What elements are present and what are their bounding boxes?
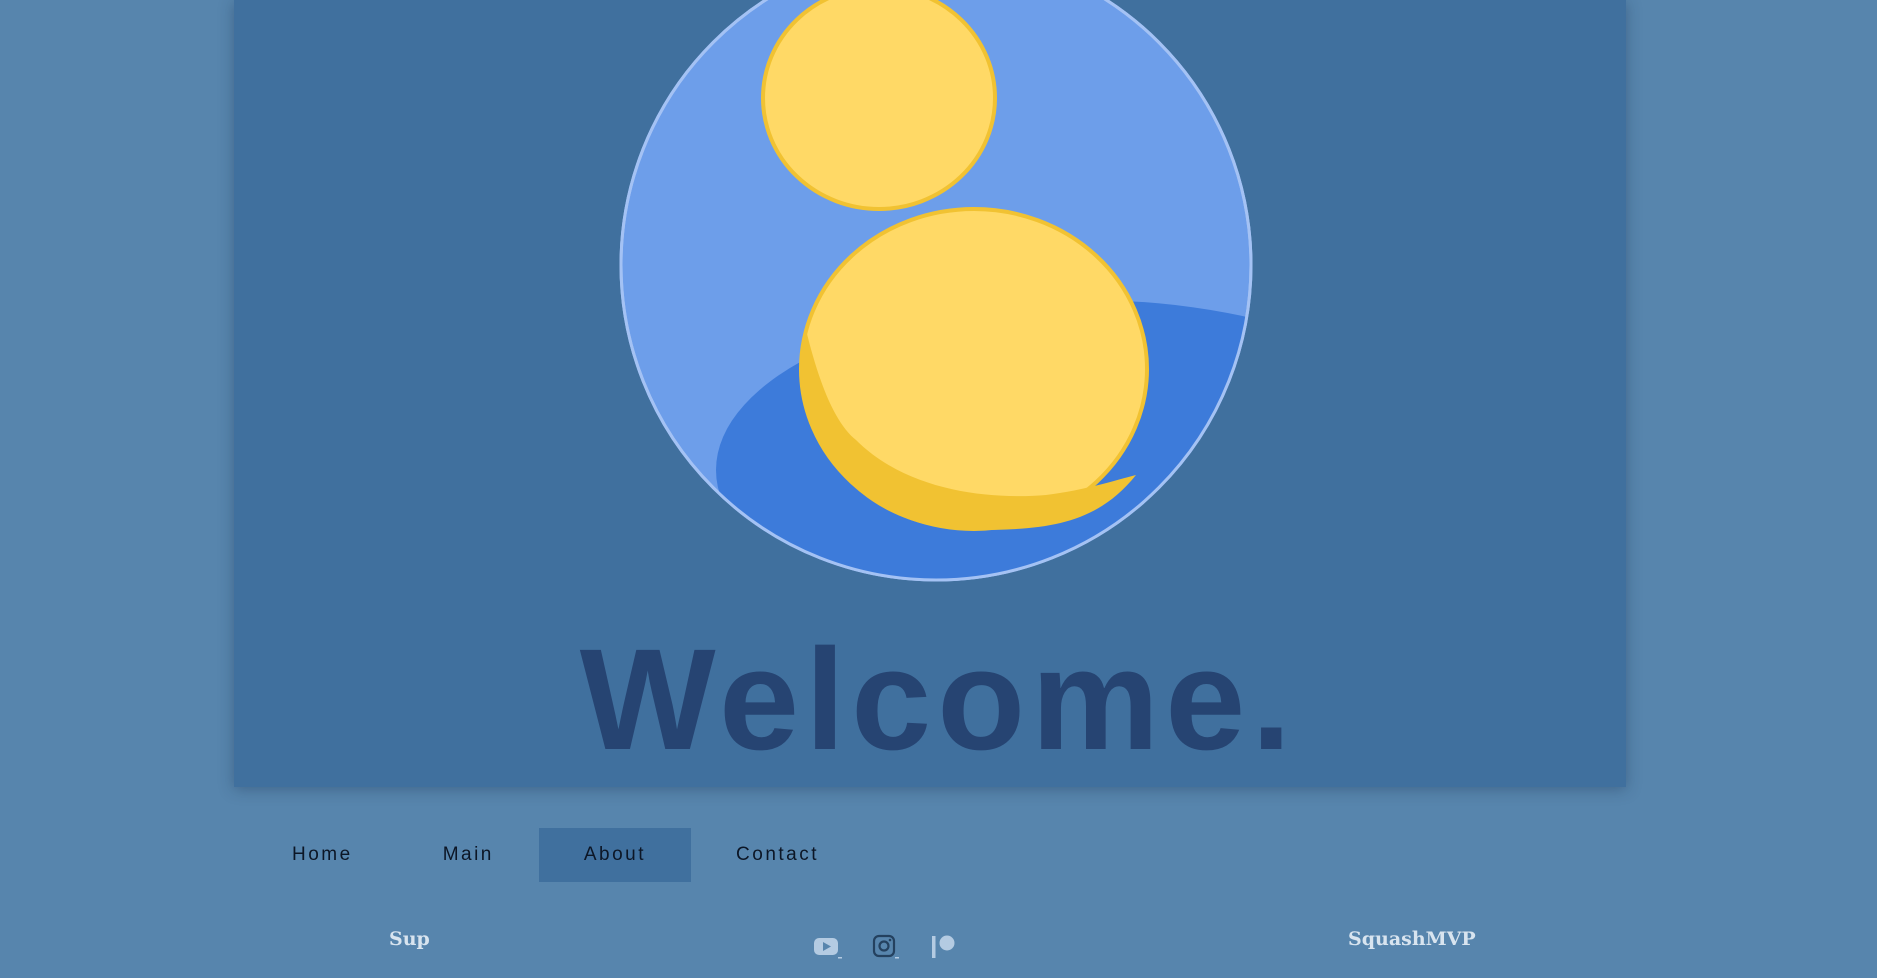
footer-brand: SquashMVP <box>1348 928 1476 950</box>
nav-item-home[interactable]: Home <box>247 828 398 882</box>
main-nav: Home Main About Contact <box>247 828 864 882</box>
youtube-icon[interactable] <box>812 930 844 962</box>
nav-item-main[interactable]: Main <box>398 828 539 882</box>
footer-greeting: Sup <box>389 928 430 950</box>
social-links <box>812 930 960 962</box>
patreon-icon[interactable] <box>928 930 960 962</box>
nav-item-contact[interactable]: Contact <box>691 828 864 882</box>
page-title: Welcome. <box>579 619 1298 780</box>
instagram-icon[interactable] <box>870 930 902 962</box>
user-avatar-icon <box>619 0 1253 582</box>
nav-item-about[interactable]: About <box>538 828 692 882</box>
